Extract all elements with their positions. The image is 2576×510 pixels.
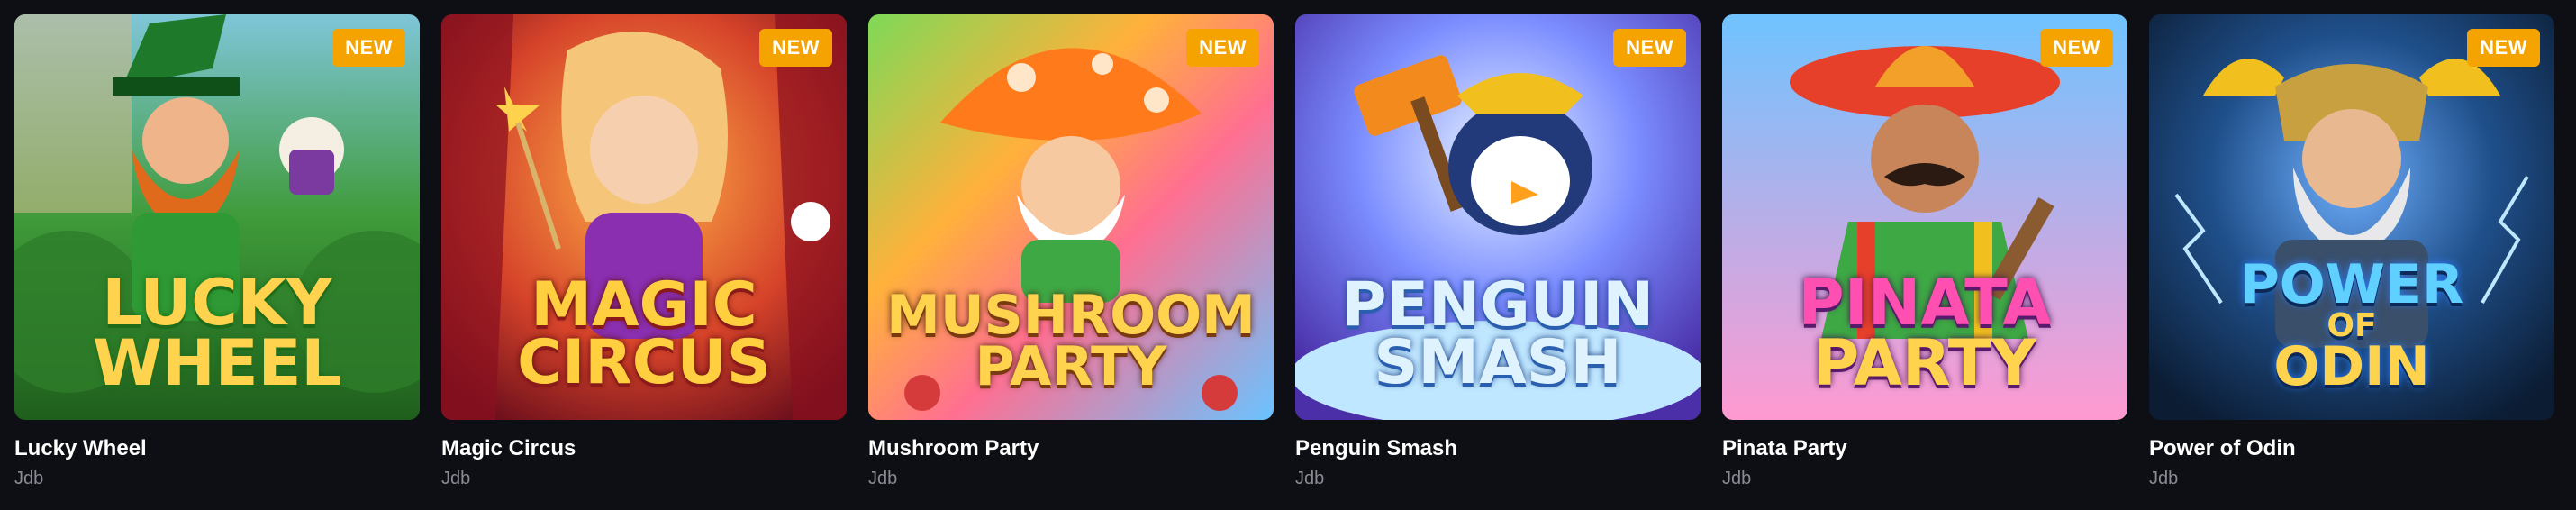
game-provider: Jdb bbox=[1722, 469, 1752, 488]
game-title[interactable]: Lucky Wheel bbox=[14, 436, 420, 461]
game-provider: Jdb bbox=[441, 469, 471, 488]
game-provider: Jdb bbox=[2149, 469, 2179, 488]
game-card-power-of-odin[interactable]: POWER OF ODIN NEW Power of Odin Jdb bbox=[2149, 14, 2554, 489]
game-card-mushroom-party[interactable]: MUSHROOM PARTY NEW Mushroom Party Jdb bbox=[868, 14, 1274, 489]
game-card-lucky-wheel[interactable]: LUCKY WHEEL NEW Lucky Wheel Jdb bbox=[14, 14, 420, 489]
game-logo: POWER OF ODIN bbox=[2239, 252, 2464, 398]
game-logo: LUCKY WHEEL bbox=[92, 266, 342, 400]
game-thumbnail[interactable]: PINATA PARTY NEW bbox=[1722, 14, 2127, 420]
new-badge: NEW bbox=[2467, 29, 2540, 67]
game-logo: PENGUIN SMASH bbox=[1341, 269, 1655, 399]
game-card-pinata-party[interactable]: PINATA PARTY NEW Pinata Party Jdb bbox=[1722, 14, 2127, 489]
game-logo: PINATA PARTY bbox=[1798, 266, 2052, 400]
new-badge: NEW bbox=[759, 29, 832, 67]
game-thumbnail[interactable]: MUSHROOM PARTY NEW bbox=[868, 14, 1274, 420]
game-title[interactable]: Power of Odin bbox=[2149, 436, 2554, 461]
new-badge: NEW bbox=[332, 29, 405, 67]
new-badge: NEW bbox=[2040, 29, 2113, 67]
game-thumbnail[interactable]: PENGUIN SMASH NEW bbox=[1295, 14, 1701, 420]
game-thumbnail[interactable]: LUCKY WHEEL NEW bbox=[14, 14, 420, 420]
new-badge: NEW bbox=[1613, 29, 1686, 67]
game-logo: MUSHROOM PARTY bbox=[886, 284, 1256, 398]
game-grid: LUCKY WHEEL NEW Lucky Wheel Jdb MAGIC CI… bbox=[14, 14, 2554, 489]
game-title[interactable]: Magic Circus bbox=[441, 436, 847, 461]
new-badge: NEW bbox=[1186, 29, 1259, 67]
game-thumbnail[interactable]: MAGIC CIRCUS NEW bbox=[441, 14, 847, 420]
game-thumbnail[interactable]: POWER OF ODIN NEW bbox=[2149, 14, 2554, 420]
game-provider: Jdb bbox=[1295, 469, 1325, 488]
game-provider: Jdb bbox=[868, 469, 898, 488]
game-provider: Jdb bbox=[14, 469, 44, 488]
game-card-penguin-smash[interactable]: PENGUIN SMASH NEW Penguin Smash Jdb bbox=[1295, 14, 1701, 489]
game-card-magic-circus[interactable]: MAGIC CIRCUS NEW Magic Circus Jdb bbox=[441, 14, 847, 489]
game-title[interactable]: Penguin Smash bbox=[1295, 436, 1701, 461]
game-logo: MAGIC CIRCUS bbox=[517, 269, 771, 399]
game-title[interactable]: Pinata Party bbox=[1722, 436, 2127, 461]
game-title[interactable]: Mushroom Party bbox=[868, 436, 1274, 461]
